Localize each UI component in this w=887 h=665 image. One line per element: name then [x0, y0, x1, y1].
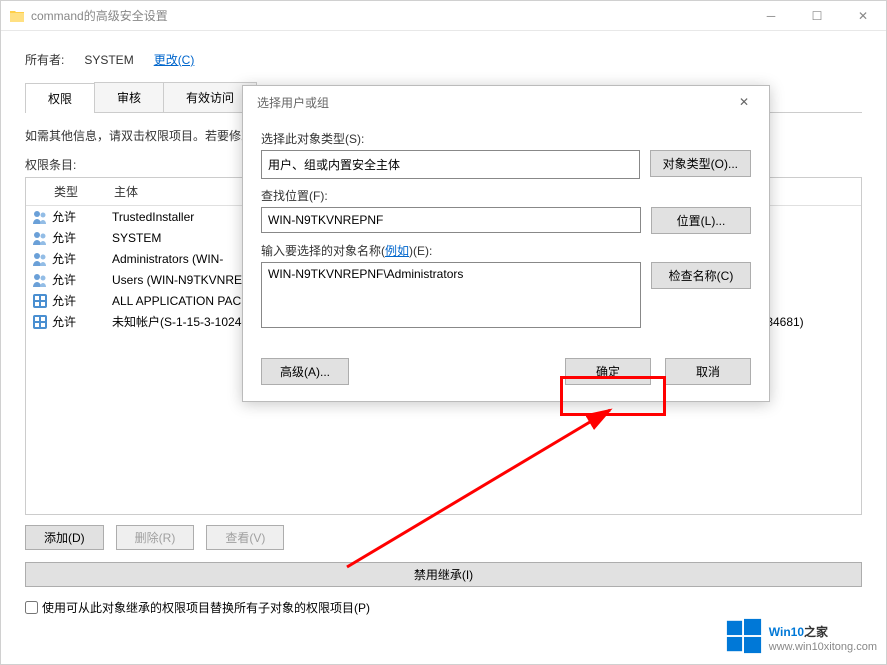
owner-change-link[interactable]: 更改(C): [154, 51, 195, 68]
ok-button[interactable]: 确定: [565, 358, 651, 385]
modal-footer: 高级(A)... 确定 取消: [261, 358, 751, 385]
principal-icon: [32, 272, 48, 288]
replace-checkbox[interactable]: [25, 601, 38, 614]
remove-button: 删除(R): [116, 525, 195, 550]
principal-icon: [32, 293, 48, 309]
object-type-label: 选择此对象类型(S):: [261, 130, 751, 147]
modal-title: 选择用户或组: [257, 94, 727, 111]
action-buttons: 添加(D) 删除(R) 查看(V): [25, 525, 862, 550]
object-name-input[interactable]: WIN-N9TKVNREPNF\Administrators: [261, 262, 641, 328]
check-names-button[interactable]: 检查名称(C): [651, 262, 751, 289]
tab-permissions[interactable]: 权限: [25, 83, 95, 113]
minimize-button[interactable]: ─: [748, 1, 794, 31]
location-label: 查找位置(F):: [261, 187, 751, 204]
main-window-title: command的高级安全设置: [31, 7, 748, 24]
maximize-button[interactable]: ☐: [794, 1, 840, 31]
modal-close-button[interactable]: ✕: [727, 90, 761, 114]
location-button[interactable]: 位置(L)...: [651, 207, 751, 234]
row-type: 允许: [52, 250, 112, 267]
watermark-title: Win10之家: [769, 620, 877, 641]
select-user-dialog: 选择用户或组 ✕ 选择此对象类型(S): 用户、组或内置安全主体 对象类型(O)…: [242, 85, 770, 402]
example-link[interactable]: 例如: [385, 244, 409, 258]
window-controls: ─ ☐ ✕: [748, 1, 886, 31]
advanced-button[interactable]: 高级(A)...: [261, 358, 349, 385]
owner-label: 所有者:: [25, 51, 64, 68]
principal-icon: [32, 209, 48, 225]
row-type: 允许: [52, 271, 112, 288]
modal-titlebar: 选择用户或组 ✕: [243, 86, 769, 118]
disable-inherit-button[interactable]: 禁用继承(I): [25, 562, 862, 587]
principal-icon: [32, 314, 48, 330]
windows-logo-icon: [725, 617, 763, 655]
add-button[interactable]: 添加(D): [25, 525, 104, 550]
principal-icon: [32, 230, 48, 246]
object-type-button[interactable]: 对象类型(O)...: [650, 150, 751, 177]
row-type: 允许: [52, 313, 112, 330]
row-type: 允许: [52, 292, 112, 309]
inherit-row: 禁用继承(I): [25, 562, 862, 587]
replace-checkbox-row: 使用可从此对象继承的权限项目替换所有子对象的权限项目(P): [25, 599, 862, 616]
row-type: 允许: [52, 208, 112, 225]
watermark: Win10之家 www.win10xitong.com: [725, 617, 877, 655]
owner-row: 所有者: SYSTEM 更改(C): [25, 51, 862, 68]
modal-body: 选择此对象类型(S): 用户、组或内置安全主体 对象类型(O)... 查找位置(…: [243, 118, 769, 401]
object-name-label: 输入要选择的对象名称(例如)(E):: [261, 242, 751, 259]
replace-checkbox-label: 使用可从此对象继承的权限项目替换所有子对象的权限项目(P): [42, 599, 370, 616]
principal-icon: [32, 251, 48, 267]
header-type[interactable]: 类型: [46, 178, 106, 205]
close-button[interactable]: ✕: [840, 1, 886, 31]
folder-icon: [9, 9, 25, 23]
watermark-url: www.win10xitong.com: [769, 641, 877, 653]
cancel-button[interactable]: 取消: [665, 358, 751, 385]
tab-audit[interactable]: 审核: [94, 82, 164, 112]
main-titlebar: command的高级安全设置 ─ ☐ ✕: [1, 1, 886, 31]
owner-value: SYSTEM: [84, 53, 133, 67]
view-button[interactable]: 查看(V): [206, 525, 284, 550]
object-type-display: 用户、组或内置安全主体: [261, 150, 640, 179]
location-display: WIN-N9TKVNREPNF: [261, 207, 641, 233]
row-type: 允许: [52, 229, 112, 246]
